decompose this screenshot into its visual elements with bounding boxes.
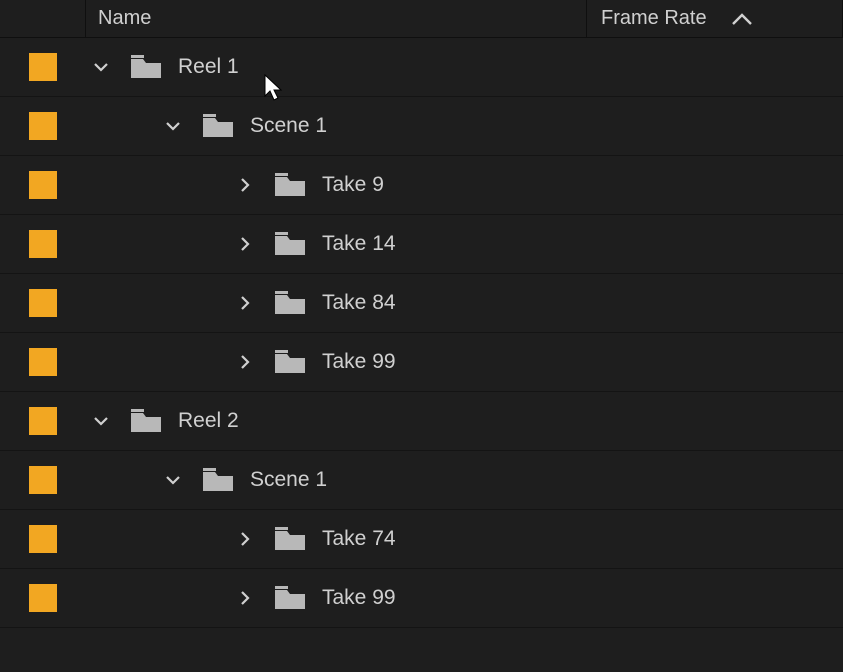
- sort-ascending-icon: [731, 12, 753, 26]
- folder-icon: [274, 229, 306, 259]
- folder-icon: [130, 406, 162, 436]
- chevron-down-icon[interactable]: [86, 406, 116, 436]
- chevron-right-icon[interactable]: [230, 229, 260, 259]
- folder-icon: [274, 524, 306, 554]
- bin-row[interactable]: Reel 2: [0, 392, 843, 451]
- label-swatch-cell[interactable]: [0, 274, 86, 332]
- label-swatch-cell[interactable]: [0, 215, 86, 273]
- label-swatch-cell[interactable]: [0, 38, 86, 96]
- column-header-name-label: Name: [98, 7, 151, 30]
- name-cell[interactable]: Take 99: [86, 569, 843, 627]
- label-swatch-cell[interactable]: [0, 156, 86, 214]
- column-header-frame-rate[interactable]: Frame Rate: [587, 0, 843, 37]
- chevron-down-icon[interactable]: [158, 465, 188, 495]
- column-header-label[interactable]: [0, 0, 86, 37]
- bin-item-label: Take 74: [322, 527, 396, 551]
- chevron-right-icon[interactable]: [230, 583, 260, 613]
- name-cell[interactable]: Take 84: [86, 274, 843, 332]
- column-header-row: Name Frame Rate: [0, 0, 843, 38]
- folder-icon: [274, 288, 306, 318]
- label-swatch-cell[interactable]: [0, 510, 86, 568]
- chevron-down-icon[interactable]: [158, 111, 188, 141]
- bin-item-label: Take 9: [322, 173, 384, 197]
- bin-item-label: Reel 2: [178, 409, 239, 433]
- chevron-right-icon[interactable]: [230, 288, 260, 318]
- folder-icon: [274, 347, 306, 377]
- bin-item-label: Take 14: [322, 232, 396, 256]
- label-swatch: [29, 348, 57, 376]
- bin-row[interactable]: Take 74: [0, 510, 843, 569]
- label-swatch: [29, 171, 57, 199]
- label-swatch-cell[interactable]: [0, 451, 86, 509]
- label-swatch: [29, 466, 57, 494]
- name-cell[interactable]: Scene 1: [86, 97, 843, 155]
- folder-icon: [274, 170, 306, 200]
- name-cell[interactable]: Reel 2: [86, 392, 843, 450]
- label-swatch: [29, 289, 57, 317]
- project-bin-panel: Name Frame Rate Reel 1 Scene 1 Take 9 Take …: [0, 0, 843, 672]
- label-swatch-cell[interactable]: [0, 569, 86, 627]
- bin-row[interactable]: Take 14: [0, 215, 843, 274]
- chevron-down-icon[interactable]: [86, 52, 116, 82]
- bin-row[interactable]: Reel 1: [0, 38, 843, 97]
- bin-item-label: Take 84: [322, 291, 396, 315]
- folder-icon: [202, 111, 234, 141]
- chevron-right-icon[interactable]: [230, 524, 260, 554]
- bin-row[interactable]: Take 99: [0, 333, 843, 392]
- name-cell[interactable]: Reel 1: [86, 38, 843, 96]
- name-cell[interactable]: Take 99: [86, 333, 843, 391]
- bin-item-label: Take 99: [322, 350, 396, 374]
- label-swatch: [29, 230, 57, 258]
- folder-icon: [274, 583, 306, 613]
- bin-row[interactable]: Take 99: [0, 569, 843, 628]
- chevron-right-icon[interactable]: [230, 170, 260, 200]
- bin-row[interactable]: Take 84: [0, 274, 843, 333]
- label-swatch-cell[interactable]: [0, 97, 86, 155]
- label-swatch: [29, 584, 57, 612]
- name-cell[interactable]: Take 14: [86, 215, 843, 273]
- label-swatch: [29, 407, 57, 435]
- chevron-right-icon[interactable]: [230, 347, 260, 377]
- bin-item-label: Take 99: [322, 586, 396, 610]
- label-swatch: [29, 53, 57, 81]
- label-swatch-cell[interactable]: [0, 392, 86, 450]
- name-cell[interactable]: Take 9: [86, 156, 843, 214]
- name-cell[interactable]: Take 74: [86, 510, 843, 568]
- label-swatch-cell[interactable]: [0, 333, 86, 391]
- bin-item-label: Scene 1: [250, 114, 327, 138]
- bin-item-label: Reel 1: [178, 55, 239, 79]
- folder-icon: [202, 465, 234, 495]
- bin-item-label: Scene 1: [250, 468, 327, 492]
- name-cell[interactable]: Scene 1: [86, 451, 843, 509]
- bin-row[interactable]: Scene 1: [0, 97, 843, 156]
- folder-icon: [130, 52, 162, 82]
- bin-rows: Reel 1 Scene 1 Take 9 Take 14 Take 84 Take 99…: [0, 38, 843, 628]
- label-swatch: [29, 112, 57, 140]
- label-swatch: [29, 525, 57, 553]
- bin-row[interactable]: Take 9: [0, 156, 843, 215]
- column-header-frame-rate-label: Frame Rate: [601, 7, 707, 30]
- column-header-name[interactable]: Name: [86, 0, 587, 37]
- bin-row[interactable]: Scene 1: [0, 451, 843, 510]
